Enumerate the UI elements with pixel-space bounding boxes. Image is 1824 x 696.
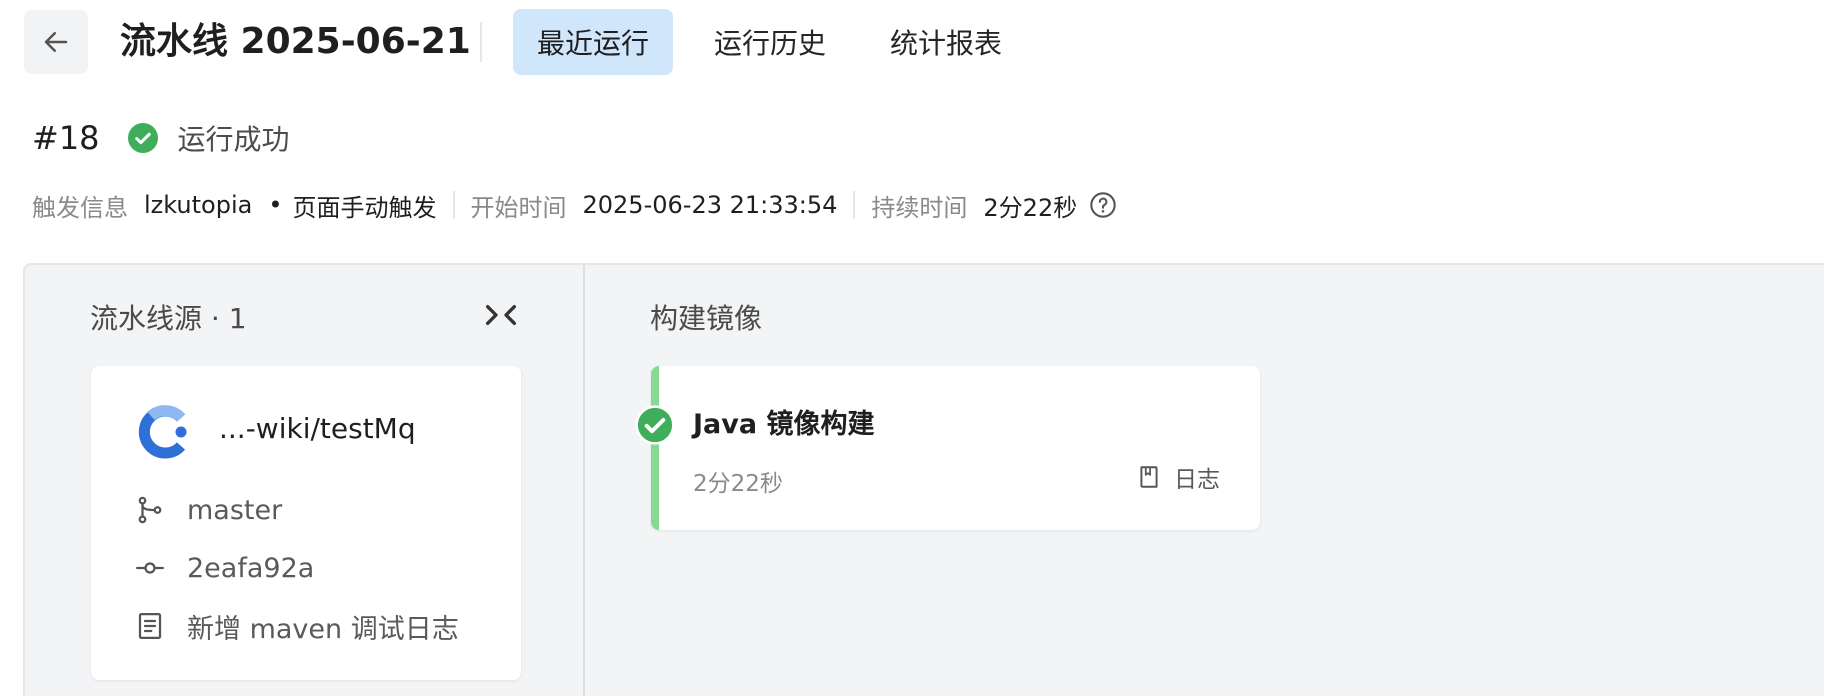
branch-row: master <box>135 492 282 528</box>
run-meta-row: 触发信息 lzkutopia • 页面手动触发 开始时间 2025-06-23 … <box>32 186 1117 224</box>
pipeline-canvas: 流水线源 · 1 ...-wiki/testMq master 2eafa92a… <box>23 263 1824 696</box>
build-stage-title: 构建镜像 <box>650 302 763 335</box>
git-branch-icon <box>138 496 162 524</box>
commit-message: 新增 maven 调试日志 <box>187 613 459 645</box>
job-log-label: 日志 <box>1174 467 1220 493</box>
job-status-accent <box>651 366 659 530</box>
job-duration: 2分22秒 <box>693 471 783 497</box>
log-book-icon <box>1140 466 1158 488</box>
run-number: #18 <box>32 119 100 157</box>
help-icon[interactable] <box>1089 191 1117 219</box>
collapse-icon[interactable] <box>481 295 521 335</box>
page-title: 流水线 2025-06-21 <box>120 21 471 62</box>
success-check-icon <box>127 123 158 153</box>
commit-row: 2eafa92a <box>135 550 314 586</box>
run-status-row: #18 运行成功 <box>32 116 290 160</box>
meta-divider <box>452 191 455 219</box>
job-log-button[interactable]: 日志 <box>1136 460 1220 494</box>
codeup-logo-icon <box>138 405 187 459</box>
git-commit-icon <box>136 562 164 574</box>
start-time-label: 开始时间 <box>470 193 567 222</box>
duration-value: 2分22秒 <box>983 193 1078 222</box>
stage-divider <box>583 265 585 696</box>
start-time-value: 2025-06-23 21:33:54 <box>582 191 838 219</box>
run-status-text: 运行成功 <box>177 123 290 156</box>
tab-latest-runs[interactable]: 最近运行 <box>513 9 673 75</box>
branch-name: master <box>187 494 283 526</box>
page-header: 流水线 2025-06-21 最近运行 运行历史 统计报表 <box>0 0 1824 84</box>
job-name: Java 镜像构建 <box>693 409 875 440</box>
duration-label: 持续时间 <box>871 193 968 222</box>
separator-dot: • <box>268 191 283 219</box>
trigger-type: 页面手动触发 <box>292 193 437 222</box>
meta-divider <box>853 191 856 219</box>
trigger-user: lzkutopia <box>144 191 253 219</box>
trigger-label: 触发信息 <box>32 193 128 222</box>
tab-statistics[interactable]: 统计报表 <box>873 9 1019 75</box>
arrow-left-icon <box>44 32 68 52</box>
tab-run-history[interactable]: 运行历史 <box>697 9 843 75</box>
commit-hash[interactable]: 2eafa92a <box>187 553 314 584</box>
source-stage-title: 流水线源 · 1 <box>90 302 247 335</box>
commit-message-row: 新增 maven 调试日志 <box>135 608 459 645</box>
title-divider <box>480 22 482 62</box>
job-card[interactable]: Java 镜像构建 2分22秒 日志 <box>651 366 1260 530</box>
repo-name[interactable]: ...-wiki/testMq <box>219 412 416 445</box>
back-button[interactable] <box>24 10 88 74</box>
document-icon <box>138 613 162 639</box>
job-success-icon <box>635 405 675 445</box>
source-card[interactable]: ...-wiki/testMq master 2eafa92a 新增 maven <box>91 366 521 680</box>
